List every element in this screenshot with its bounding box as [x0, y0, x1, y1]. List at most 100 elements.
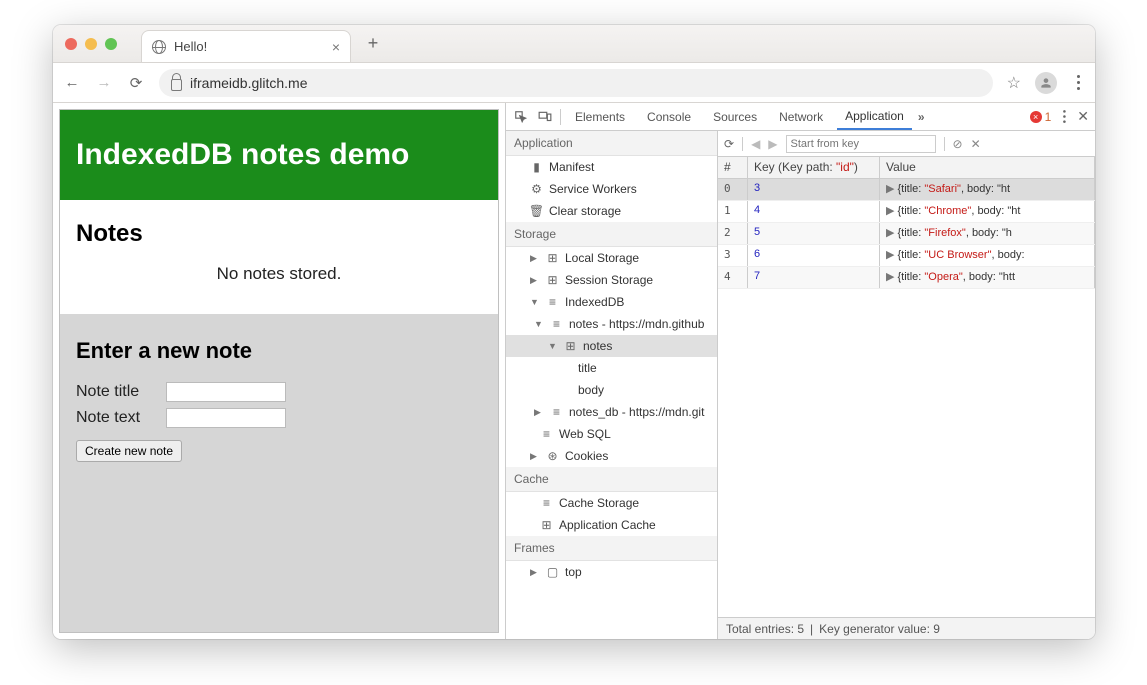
note-title-label: Note title — [76, 383, 166, 401]
new-tab-button[interactable]: + — [359, 33, 387, 54]
browser-tab[interactable]: Hello! × — [141, 30, 351, 62]
error-badge[interactable]: ×1 — [1030, 110, 1052, 124]
notes-heading: Notes — [76, 220, 482, 248]
profile-avatar-icon[interactable] — [1035, 72, 1057, 94]
sidebar-heading-frames: Frames — [506, 536, 717, 561]
chevron-right-icon[interactable]: ▶ — [530, 567, 540, 578]
devtools-menu-icon[interactable] — [1058, 110, 1070, 123]
reload-icon[interactable]: ⟳ — [127, 74, 145, 92]
forward-icon[interactable]: → — [95, 74, 113, 91]
kv-row[interactable]: 25▶{title: "Firefox", body: "h — [718, 223, 1095, 245]
sidebar-item-session-storage[interactable]: ▶⊞Session Storage — [506, 269, 717, 291]
chevron-down-icon[interactable]: ▼ — [548, 341, 558, 351]
zoom-window-icon[interactable] — [105, 38, 117, 50]
sidebar-item-top-frame[interactable]: ▶▢top — [506, 561, 717, 583]
url-text: iframeidb.glitch.me — [190, 75, 308, 91]
col-key: Key (Key path: "id") — [748, 157, 880, 178]
note-text-input[interactable] — [166, 408, 286, 428]
sidebar-item-indexeddb[interactable]: ▼≡IndexedDB — [506, 291, 717, 313]
sidebar-item-application-cache[interactable]: ⊞Application Cache — [506, 514, 717, 536]
table-icon: ⊞ — [546, 274, 559, 287]
sidebar-item-field-body[interactable]: body — [506, 379, 717, 401]
create-note-button[interactable]: Create new note — [76, 440, 182, 462]
error-icon: × — [1030, 111, 1042, 123]
sidebar-item-store-notes[interactable]: ▼⊞notes — [506, 335, 717, 357]
omnibox[interactable]: iframeidb.glitch.me — [159, 69, 993, 97]
notes-section: Notes No notes stored. — [60, 200, 498, 314]
database-icon: ≡ — [550, 318, 563, 331]
browser-menu-icon[interactable] — [1071, 75, 1085, 90]
chevron-right-icon[interactable]: ▶ — [530, 451, 540, 462]
new-note-form: Enter a new note Note title Note text Cr… — [60, 314, 498, 632]
prev-page-icon[interactable]: ◀ — [751, 137, 760, 151]
tab-network[interactable]: Network — [771, 103, 831, 130]
sidebar-item-field-title[interactable]: title — [506, 357, 717, 379]
sidebar-heading-cache: Cache — [506, 467, 717, 492]
traffic-lights — [65, 38, 117, 50]
device-toolbar-icon[interactable] — [536, 108, 554, 126]
col-value: Value — [880, 157, 1095, 178]
manifest-icon: ▮ — [530, 161, 543, 174]
sidebar-item-websql[interactable]: ≡Web SQL — [506, 423, 717, 445]
sidebar-item-service-workers[interactable]: ⚙Service Workers — [506, 178, 717, 200]
cookie-icon: ⊛ — [546, 450, 559, 463]
minimize-window-icon[interactable] — [85, 38, 97, 50]
tab-sources[interactable]: Sources — [705, 103, 765, 130]
close-tab-icon[interactable]: × — [332, 39, 340, 55]
delete-icon[interactable]: ✕ — [971, 137, 981, 151]
col-index: # — [718, 157, 748, 178]
more-tabs-icon[interactable]: » — [918, 110, 925, 124]
note-title-input[interactable] — [166, 382, 286, 402]
inspect-element-icon[interactable] — [512, 108, 530, 126]
chevron-down-icon[interactable]: ▼ — [534, 319, 544, 329]
sidebar-item-cookies[interactable]: ▶⊛Cookies — [506, 445, 717, 467]
sidebar-item-db-notes[interactable]: ▼≡notes - https://mdn.github — [506, 313, 717, 335]
clear-icon[interactable]: ⊘ — [953, 137, 963, 151]
refresh-icon[interactable]: ⟳ — [724, 137, 734, 151]
sidebar-item-local-storage[interactable]: ▶⊞Local Storage — [506, 247, 717, 269]
tab-application[interactable]: Application — [837, 103, 912, 130]
close-devtools-icon[interactable]: ✕ — [1077, 108, 1089, 125]
bookmark-star-icon[interactable]: ☆ — [1007, 73, 1021, 93]
sidebar-item-cache-storage[interactable]: ≡Cache Storage — [506, 492, 717, 514]
kv-row[interactable]: 47▶{title: "Opera", body: "htt — [718, 267, 1095, 289]
table-icon: ⊞ — [540, 519, 553, 532]
kv-statusbar: Total entries: 5 | Key generator value: … — [718, 617, 1095, 639]
page-frame: IndexedDB notes demo Notes No notes stor… — [59, 109, 499, 633]
kv-toolbar: ⟳ ◀ ▶ ⊘ ✕ — [718, 131, 1095, 157]
kv-row[interactable]: 14▶{title: "Chrome", body: "ht — [718, 201, 1095, 223]
back-icon[interactable]: ← — [63, 74, 81, 91]
note-text-label: Note text — [76, 409, 166, 427]
close-window-icon[interactable] — [65, 38, 77, 50]
kv-row[interactable]: 36▶{title: "UC Browser", body: — [718, 245, 1095, 267]
frame-icon: ▢ — [546, 566, 559, 579]
database-icon: ≡ — [540, 497, 553, 510]
sidebar-item-clear-storage[interactable]: 🗑Clear storage — [506, 200, 717, 222]
chevron-right-icon[interactable]: ▶ — [534, 407, 544, 418]
sidebar-heading-application: Application — [506, 131, 717, 156]
sidebar-item-db-notesdb[interactable]: ▶≡notes_db - https://mdn.git — [506, 401, 717, 423]
content-area: IndexedDB notes demo Notes No notes stor… — [53, 103, 1095, 639]
address-bar: ← → ⟳ iframeidb.glitch.me ☆ — [53, 63, 1095, 103]
trash-icon: 🗑 — [530, 205, 543, 218]
keyvalue-pane: ⟳ ◀ ▶ ⊘ ✕ # Key (Key path: "id") Value — [718, 131, 1095, 639]
sidebar-heading-storage: Storage — [506, 222, 717, 247]
start-key-input[interactable] — [786, 135, 936, 153]
tab-title: Hello! — [174, 39, 207, 54]
kv-row[interactable]: 03▶{title: "Safari", body: "ht — [718, 179, 1095, 201]
chevron-right-icon[interactable]: ▶ — [530, 253, 540, 264]
next-page-icon[interactable]: ▶ — [768, 137, 777, 151]
tab-elements[interactable]: Elements — [567, 103, 633, 130]
chevron-right-icon[interactable]: ▶ — [530, 275, 540, 286]
table-icon: ⊞ — [564, 340, 577, 353]
browser-window: Hello! × + ← → ⟳ iframeidb.glitch.me ☆ I… — [53, 25, 1095, 639]
devtools-panel: Elements Console Sources Network Applica… — [505, 103, 1095, 639]
page-title: IndexedDB notes demo — [60, 110, 498, 200]
kv-rows: 03▶{title: "Safari", body: "ht14▶{title:… — [718, 179, 1095, 617]
chevron-down-icon[interactable]: ▼ — [530, 297, 540, 307]
tab-console[interactable]: Console — [639, 103, 699, 130]
sidebar-item-manifest[interactable]: ▮Manifest — [506, 156, 717, 178]
globe-icon — [152, 40, 166, 54]
lock-icon — [171, 79, 182, 91]
database-icon: ≡ — [540, 428, 553, 441]
